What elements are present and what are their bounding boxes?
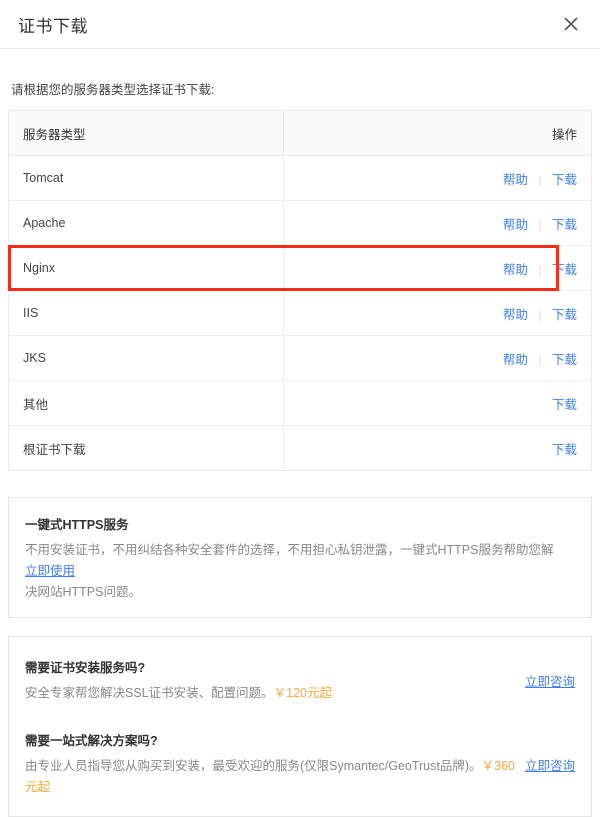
promo-description: 安全专家帮您解决SSL证书安装、配置问题。￥120元起	[25, 683, 517, 704]
promo-content: 需要一站式解决方案吗? 由专业人员指导您从购买到安装，最受欢迎的服务(仅限Sym…	[25, 730, 525, 798]
cell-server-type: 其他	[8, 380, 284, 426]
table-header-row: 服务器类型 操作	[8, 110, 592, 156]
action-separator: |	[538, 307, 542, 322]
promo-description: 不用安装证书，不用纠结各种安全套件的选择，不用担心私钥泄露，一键式HTTPS服务…	[25, 540, 567, 603]
modal-body: 请根据您的服务器类型选择证书下载: 服务器类型 操作 Tomcat 帮助 | 下…	[0, 49, 600, 817]
cell-action: 帮助 | 下载	[283, 245, 592, 291]
consult-link[interactable]: 立即咨询	[525, 671, 575, 690]
intro-text: 请根据您的服务器类型选择证书下载:	[11, 83, 215, 97]
promo-description-text: 由专业人员指导您从购买到安装，最受欢迎的服务(仅限Symantec/GeoTru…	[25, 759, 482, 773]
promo-description: 由专业人员指导您从购买到安装，最受欢迎的服务(仅限Symantec/GeoTru…	[25, 756, 517, 798]
help-link[interactable]: 帮助	[503, 353, 528, 367]
promo-title: 需要一站式解决方案吗?	[25, 734, 158, 748]
page-title: 证书下载	[18, 16, 88, 36]
cell-server-type: JKS	[8, 335, 284, 381]
close-icon[interactable]	[556, 9, 586, 39]
cell-server-type-label: Nginx	[23, 261, 55, 275]
promo-service-item: 需要一站式解决方案吗? 由专业人员指导您从购买到安装，最受欢迎的服务(仅限Sym…	[25, 724, 575, 804]
promo-action-link[interactable]: 立即使用	[25, 564, 75, 578]
table-row: 其他 下载	[8, 380, 592, 426]
cell-action: 帮助 | 下载	[283, 200, 592, 246]
cell-action: 下载	[283, 380, 592, 426]
download-link[interactable]: 下载	[552, 173, 577, 187]
cell-server-type: Apache	[8, 200, 284, 246]
action-separator: |	[538, 262, 542, 277]
action-separator: |	[538, 217, 542, 232]
help-link[interactable]: 帮助	[503, 308, 528, 322]
modal-header: 证书下载	[0, 0, 600, 49]
promo-content: 一键式HTTPS服务 不用安装证书，不用纠结各种安全套件的选择，不用担心私钥泄露…	[25, 514, 575, 603]
promo-title: 一键式HTTPS服务	[25, 518, 129, 532]
table-row-highlighted: Nginx 帮助 | 下载	[8, 245, 592, 291]
table-row: Apache 帮助 | 下载	[8, 200, 592, 246]
cell-action: 帮助 | 下载	[283, 335, 592, 381]
download-link[interactable]: 下载	[552, 398, 577, 412]
help-link[interactable]: 帮助	[503, 218, 528, 232]
table-row: IIS 帮助 | 下载	[8, 290, 592, 336]
download-link[interactable]: 下载	[552, 443, 577, 457]
promo-price: ￥120元起	[273, 686, 332, 700]
promo-description-line2: 决网站HTTPS问题。	[25, 585, 141, 599]
download-link[interactable]: 下载	[552, 263, 577, 277]
column-header-server-type: 服务器类型	[8, 110, 284, 156]
promo-card-services: 需要证书安装服务吗? 安全专家帮您解决SSL证书安装、配置问题。￥120元起 立…	[8, 636, 592, 817]
certificate-download-table: 服务器类型 操作 Tomcat 帮助 | 下载 Apache 帮助 | 下载 N…	[8, 110, 592, 471]
help-link[interactable]: 帮助	[503, 173, 528, 187]
cell-server-type: Nginx	[8, 245, 559, 291]
promo-title: 需要证书安装服务吗?	[25, 661, 146, 675]
download-link[interactable]: 下载	[552, 353, 577, 367]
cell-server-type: 根证书下载	[8, 425, 284, 471]
promo-card-https: 一键式HTTPS服务 不用安装证书，不用纠结各种安全套件的选择，不用担心私钥泄露…	[8, 497, 592, 618]
help-link[interactable]: 帮助	[503, 263, 528, 277]
consult-link[interactable]: 立即咨询	[525, 755, 575, 774]
promo-description-text: 安全专家帮您解决SSL证书安装、配置问题。	[25, 686, 274, 700]
cell-server-type: IIS	[8, 290, 284, 336]
promo-description-line1: 不用安装证书，不用纠结各种安全套件的选择，不用担心私钥泄露，一键式HTTPS服务…	[25, 543, 554, 557]
table-row: 根证书下载 下载	[8, 425, 592, 471]
cell-action: 下载	[284, 426, 592, 471]
download-link[interactable]: 下载	[552, 308, 577, 322]
download-link[interactable]: 下载	[552, 218, 577, 232]
promo-content: 需要证书安装服务吗? 安全专家帮您解决SSL证书安装、配置问题。￥120元起	[25, 657, 525, 704]
cell-action: 帮助 | 下载	[283, 155, 592, 201]
column-header-action: 操作	[283, 110, 592, 156]
table-row: JKS 帮助 | 下载	[8, 335, 592, 381]
table-row: Tomcat 帮助 | 下载	[8, 155, 592, 201]
cell-action: 帮助 | 下载	[283, 290, 592, 336]
cell-server-type: Tomcat	[8, 155, 284, 201]
promo-service-item: 需要证书安装服务吗? 安全专家帮您解决SSL证书安装、配置问题。￥120元起 立…	[25, 651, 575, 710]
action-separator: |	[538, 352, 542, 367]
action-separator: |	[538, 172, 542, 187]
